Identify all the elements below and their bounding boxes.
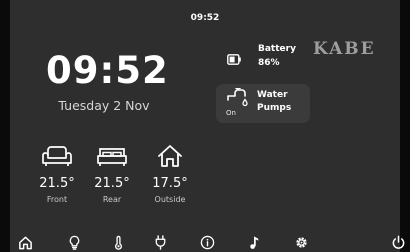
- status-bar-time: 09:52: [190, 13, 220, 23]
- battery-label: Battery: [258, 44, 296, 54]
- thermometer-icon: [114, 235, 122, 250]
- clock-date: Tuesday 2 Nov: [58, 98, 150, 113]
- water-pumps-label: Water Pumps: [257, 89, 291, 115]
- nav-home-button[interactable]: [16, 233, 34, 251]
- power-plug-icon: [155, 234, 165, 250]
- bed-icon: [87, 144, 137, 168]
- temperature-rear[interactable]: 21.5° Rear: [87, 144, 137, 204]
- sofa-icon: [32, 144, 82, 168]
- power-icon: [392, 235, 404, 249]
- temperature-rear-label: Rear: [102, 195, 122, 204]
- info-icon: [200, 235, 214, 249]
- water-pumps-toggle[interactable]: On Water Pumps: [216, 84, 310, 123]
- nav-music-button[interactable]: [245, 233, 263, 251]
- water-pumps-state: On: [226, 109, 236, 117]
- screen-bezel-right: [400, 0, 410, 252]
- water-pumps-label-line2: Pumps: [257, 103, 292, 113]
- battery-value: 86%: [258, 58, 280, 68]
- temperature-front-label: Front: [46, 195, 68, 204]
- temperature-outside[interactable]: 17.5° Outside: [145, 144, 195, 204]
- home-icon: [18, 236, 32, 249]
- nav-info-button[interactable]: [198, 233, 216, 251]
- clock-time: 09:52: [46, 49, 169, 92]
- nav-settings-button[interactable]: [292, 233, 310, 251]
- water-pumps-label-line1: Water: [257, 90, 288, 100]
- music-icon: [249, 235, 258, 249]
- lightbulb-icon: [69, 235, 79, 250]
- screen-bezel-left: [0, 0, 10, 252]
- house-icon: [145, 144, 195, 168]
- bottom-nav: [10, 231, 404, 252]
- temperature-rear-value: 21.5°: [94, 176, 130, 191]
- temperature-outside-label: Outside: [154, 195, 186, 204]
- temperature-front[interactable]: 21.5° Front: [32, 144, 82, 204]
- nav-climate-button[interactable]: [109, 233, 127, 251]
- nav-power-button[interactable]: [151, 233, 169, 251]
- temperature-outside-value: 17.5°: [152, 176, 188, 191]
- nav-shutdown-button[interactable]: [389, 233, 407, 251]
- nav-lighting-button[interactable]: [65, 233, 83, 251]
- battery-icon: [227, 50, 241, 69]
- kabe-logo: KABE: [313, 39, 376, 59]
- settings-icon: [295, 236, 307, 248]
- temperature-front-value: 21.5°: [39, 176, 75, 191]
